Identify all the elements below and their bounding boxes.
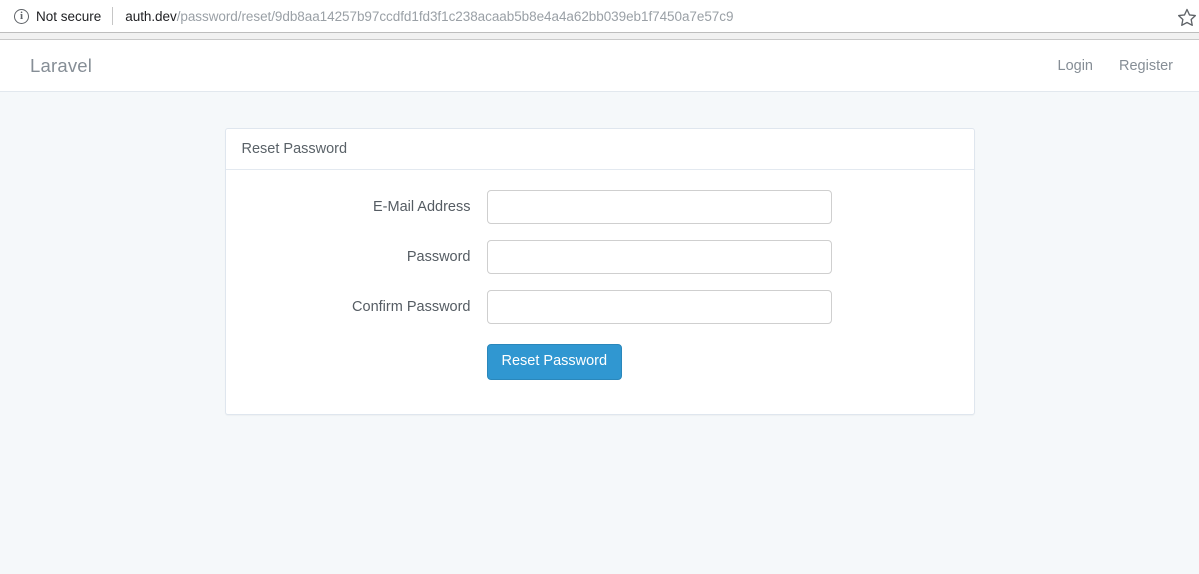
form-row-password: Password: [242, 240, 958, 274]
reset-password-button[interactable]: Reset Password: [486, 344, 623, 380]
password-field[interactable]: [486, 240, 832, 274]
card-header-title: Reset Password: [225, 129, 974, 170]
email-label: E-Mail Address: [372, 199, 471, 215]
form-row-confirm-password: Confirm Password: [242, 290, 958, 324]
form-row-email: E-Mail Address: [242, 190, 958, 224]
nav-link-login[interactable]: Login: [1058, 58, 1093, 74]
reset-password-form: E-Mail Address Password Confirm Password…: [226, 170, 974, 414]
nav-link-register[interactable]: Register: [1119, 58, 1173, 74]
url-host: auth.dev: [125, 8, 177, 24]
security-status-label: Not secure: [36, 8, 102, 24]
reset-password-card: Reset Password E-Mail Address Password C…: [224, 128, 975, 415]
confirm-password-field[interactable]: [486, 290, 832, 324]
browser-address-bar[interactable]: i Not secure auth.dev/password/reset/9db…: [0, 0, 1199, 33]
address-bar-divider: [112, 7, 114, 25]
address-bar-url[interactable]: auth.dev/password/reset/9db8aa14257b97cc…: [125, 9, 733, 24]
navbar-links: Login Register: [1058, 58, 1173, 74]
site-security-chip[interactable]: i Not secure: [0, 0, 101, 32]
info-circle-icon: i: [14, 8, 29, 24]
browser-toolbar-strip: [0, 33, 1199, 40]
email-field[interactable]: [486, 190, 832, 224]
confirm-password-label: Confirm Password: [352, 299, 471, 315]
star-icon[interactable]: [1177, 7, 1197, 27]
form-actions: Reset Password: [242, 344, 958, 380]
form-actions-spacer: [242, 344, 487, 380]
page-container: Reset Password E-Mail Address Password C…: [0, 92, 1199, 415]
navbar-brand[interactable]: Laravel: [30, 55, 92, 77]
page-content: Laravel Login Register Reset Password E-…: [0, 40, 1199, 574]
password-label: Password: [406, 249, 471, 265]
url-path: /password/reset/9db8aa14257b97ccdfd1fd3f…: [176, 8, 734, 24]
site-navbar: Laravel Login Register: [0, 40, 1199, 92]
